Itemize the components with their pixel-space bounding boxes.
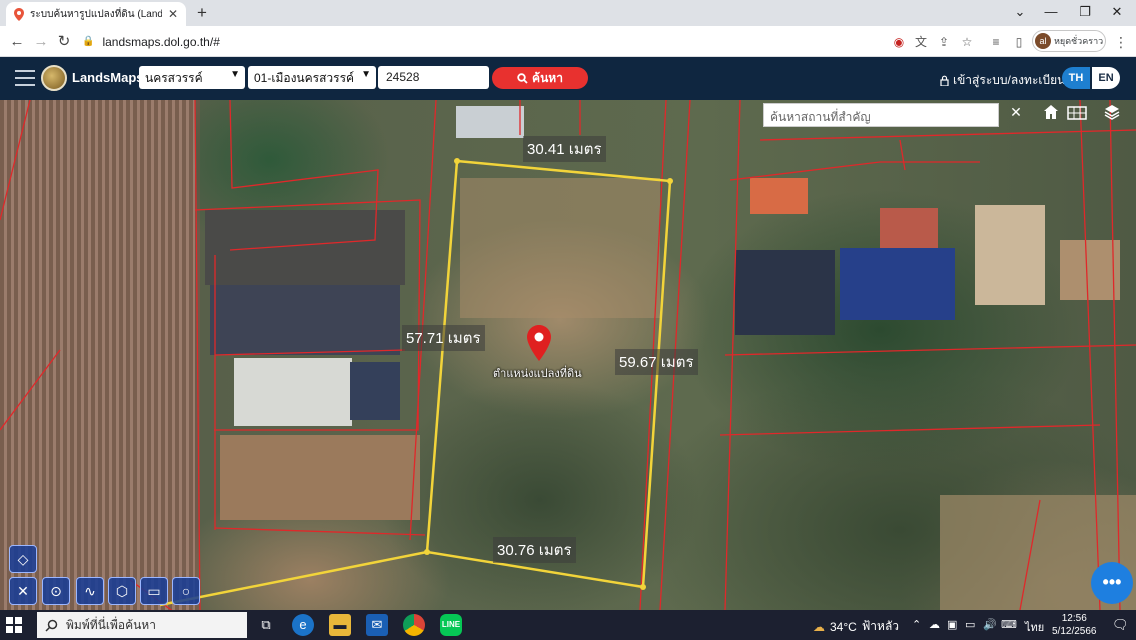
parcel-outline xyxy=(159,158,673,607)
hamburger-menu-icon[interactable] xyxy=(15,70,35,86)
tab-title: ระบบค้นหารูปแปลงที่ดิน (LandsMaps) xyxy=(30,8,162,20)
polyline-tool-icon[interactable]: ∿ xyxy=(76,577,104,605)
language-indicator[interactable]: ไทย xyxy=(1025,618,1044,636)
back-arrow-icon[interactable]: ← xyxy=(6,31,28,53)
restore-icon[interactable]: ❐ xyxy=(1068,0,1102,26)
browser-toolbar: ← → ↻ 🔒 landsmaps.dol.go.th/# ◉ 文 ⇪ ☆ ≡ … xyxy=(0,26,1136,57)
district-select[interactable]: 01-เมืองนครสวรรค์ ▼ xyxy=(248,66,376,89)
grid-icon[interactable] xyxy=(1064,103,1090,129)
side-panel-icon[interactable]: ▯ xyxy=(1009,32,1029,52)
clock-date: 5/12/2566 xyxy=(1052,626,1097,637)
weather-haze-icon: ☁ xyxy=(813,619,825,634)
notifications-icon[interactable]: 🗨 xyxy=(1112,617,1129,633)
province-select[interactable]: นครสวรรค์ ▼ xyxy=(139,66,245,89)
lang-en-button[interactable]: EN xyxy=(1092,67,1120,89)
avatar: al xyxy=(1035,33,1051,49)
home-icon[interactable] xyxy=(1038,103,1064,129)
mail-icon[interactable]: ✉ xyxy=(366,614,388,636)
onedrive-icon[interactable]: ☁ xyxy=(929,618,940,631)
profile-chip[interactable]: al หยุดชั่วคราว xyxy=(1032,30,1106,52)
lock-icon xyxy=(940,75,949,86)
address-bar[interactable]: 🔒 landsmaps.dol.go.th/# xyxy=(82,30,882,53)
tab-search-chevron-icon[interactable]: ⌄ xyxy=(1003,0,1037,26)
reload-icon[interactable]: ↻ xyxy=(53,31,75,53)
taskbar-search[interactable]: พิมพ์ที่นี่เพื่อค้นหา xyxy=(37,612,247,638)
place-search-input[interactable]: ค้นหาสถานที่สำคัญ xyxy=(763,103,999,127)
window-close-icon[interactable]: ✕ xyxy=(1100,0,1134,26)
province-value: นครสวรรค์ xyxy=(145,71,203,85)
bookmark-star-icon[interactable]: ☆ xyxy=(957,32,977,52)
distance-label-top: 30.41 เมตร xyxy=(523,136,606,162)
browser-tab[interactable]: ระบบค้นหารูปแปลงที่ดิน (LandsMaps) ✕ xyxy=(6,2,186,26)
layers-icon[interactable] xyxy=(1099,103,1125,129)
network-icon[interactable]: ▭ xyxy=(965,618,975,631)
distance-label-bottom: 30.76 เมตร xyxy=(493,537,576,563)
measure-tool-icon[interactable]: ✕ xyxy=(9,577,37,605)
app-header: LandsMaps นครสวรรค์ ▼ 01-เมืองนครสวรรค์ … xyxy=(0,57,1136,100)
brand-name: LandsMaps xyxy=(72,70,144,85)
weather-desc: ฟ้าหลัว xyxy=(861,619,900,633)
eraser-tool-icon[interactable]: ◇ xyxy=(9,545,37,573)
clock-time: 12:56 xyxy=(1061,613,1087,624)
search-icon xyxy=(45,619,58,632)
chevron-down-icon: ▼ xyxy=(361,69,371,80)
browser-menu-icon[interactable]: ⋮ xyxy=(1111,32,1131,52)
pin-tool-icon[interactable]: ⊙ xyxy=(42,577,70,605)
profile-status: หยุดชั่วคราว xyxy=(1054,36,1104,46)
keyboard-icon[interactable]: ⌨ xyxy=(1001,618,1017,631)
new-tab-icon[interactable]: + xyxy=(192,3,212,23)
task-view-icon[interactable]: ⧉ xyxy=(255,614,277,636)
taskbar-search-placeholder: พิมพ์ที่นี่เพื่อค้นหา xyxy=(66,617,156,632)
weather-temp: 34°C xyxy=(830,619,857,634)
chrome-icon[interactable] xyxy=(403,614,425,636)
taskbar: พิมพ์ที่นี่เพื่อค้นหา ⧉ e ▬ ✉ LINE ☁ 34°… xyxy=(0,610,1136,640)
chevron-down-icon: ▼ xyxy=(230,69,240,80)
satellite-map[interactable] xyxy=(0,100,1136,610)
app-tray-icon[interactable]: ▣ xyxy=(947,618,957,631)
distance-label-right: 59.67 เมตร xyxy=(615,349,698,375)
volume-icon[interactable]: 🔊 xyxy=(983,618,997,631)
file-explorer-icon[interactable]: ▬ xyxy=(329,614,351,636)
weather-widget[interactable]: ☁ 34°C ฟ้าหลัว xyxy=(813,617,899,636)
search-icon xyxy=(517,72,528,84)
windows-start-icon[interactable] xyxy=(6,617,22,633)
distance-label-left: 57.71 เมตร xyxy=(402,325,485,351)
landsmaps-logo xyxy=(41,65,67,91)
edge-icon[interactable]: e xyxy=(292,614,314,636)
login-label: เข้าสู่ระบบ/ลงทะเบียน xyxy=(953,73,1066,87)
lock-icon: 🔒 xyxy=(82,36,95,47)
search-button[interactable]: ค้นหา xyxy=(492,67,588,89)
minimize-icon[interactable]: — xyxy=(1034,0,1068,26)
circle-tool-icon[interactable]: ○ xyxy=(172,577,200,605)
marker-label: ตำแหน่งแปลงที่ดิน xyxy=(493,368,582,380)
share-icon[interactable]: ⇪ xyxy=(934,32,954,52)
district-value: 01-เมืองนครสวรรค์ xyxy=(254,71,355,85)
line-app-icon[interactable]: LINE xyxy=(440,614,462,636)
map-pin-favicon-icon xyxy=(14,7,24,21)
lang-th-button[interactable]: TH xyxy=(1062,67,1090,89)
cadastral-boundaries xyxy=(0,100,1136,610)
system-clock[interactable]: 12:56 5/12/2566 xyxy=(1052,612,1097,638)
tray-chevron-icon[interactable]: ⌃ xyxy=(912,618,921,631)
parcel-location-marker-icon[interactable] xyxy=(527,325,551,361)
map-overlay xyxy=(0,100,1136,610)
tab-close-icon[interactable]: ✕ xyxy=(168,7,178,21)
login-link[interactable]: เข้าสู่ระบบ/ลงทะเบียน xyxy=(940,71,1065,90)
forward-arrow-icon[interactable]: → xyxy=(30,31,52,53)
url-text: landsmaps.dol.go.th/# xyxy=(102,34,220,49)
reading-list-icon[interactable]: ≡ xyxy=(986,32,1006,52)
blocked-location-icon[interactable]: ◉ xyxy=(889,32,909,52)
more-options-button[interactable]: ••• xyxy=(1091,562,1133,604)
polygon-tool-icon[interactable]: ⬡ xyxy=(108,577,136,605)
rectangle-tool-icon[interactable]: ▭ xyxy=(140,577,168,605)
translate-icon[interactable]: 文 xyxy=(911,32,931,52)
clear-search-icon[interactable]: ✕ xyxy=(1008,104,1024,124)
search-button-label: ค้นหา xyxy=(532,70,563,85)
browser-tabbar: ระบบค้นหารูปแปลงที่ดิน (LandsMaps) ✕ + ⌄… xyxy=(0,0,1136,26)
parcel-number-input[interactable]: 24528 xyxy=(378,66,489,89)
